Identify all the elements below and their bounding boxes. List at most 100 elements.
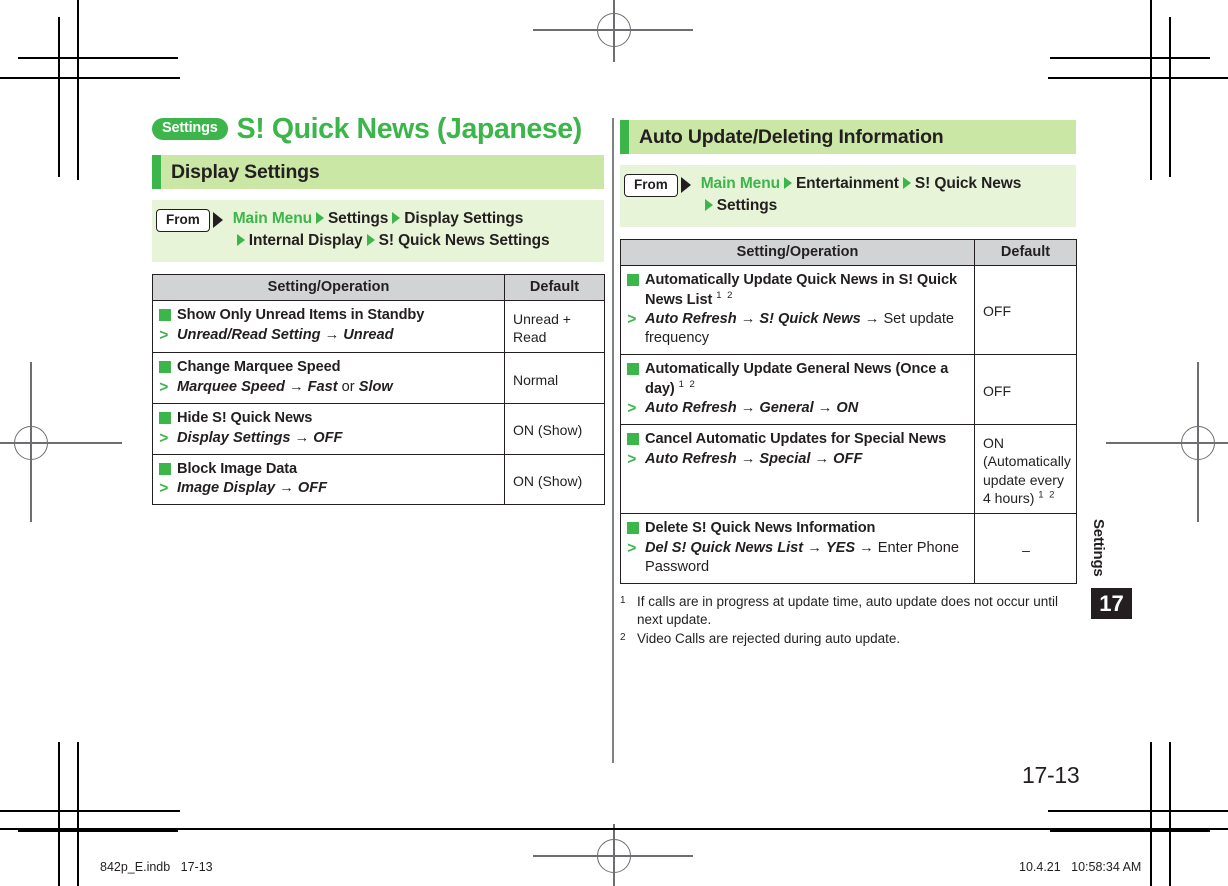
default-cell: ON (Show) xyxy=(504,453,605,506)
from-path-auto-update: From Main Menu Entertainment S! Quick News… xyxy=(620,165,1076,227)
green-square-icon xyxy=(159,361,171,374)
operation-title: Change Marquee Speed xyxy=(159,358,498,377)
footnote-text: If calls are in progress at update time,… xyxy=(637,593,1058,627)
from-path-step: S! Quick News xyxy=(914,175,1022,192)
from-path-step: Settings xyxy=(327,210,389,227)
operation-title: Hide S! Quick News xyxy=(159,409,498,428)
table-row: Cancel Automatic Updates for Special New… xyxy=(620,424,1077,514)
operation-title-text: Delete S! Quick News Information xyxy=(645,520,876,536)
operation-step: > Auto Refresh → General → ON xyxy=(627,400,859,418)
green-square-icon xyxy=(627,363,639,376)
from-path-step: Display Settings xyxy=(404,210,524,227)
operation-cell: Automatically Update General News (Once … xyxy=(620,354,975,426)
page-folio: 17-13 xyxy=(1022,762,1080,788)
operation-cell: Cancel Automatic Updates for Special New… xyxy=(620,424,975,514)
operation-title: Block Image Data xyxy=(159,460,498,479)
section-heading-label: Auto Update/Deleting Information xyxy=(639,125,944,148)
default-cell: ON (Show) xyxy=(504,402,605,455)
green-square-icon xyxy=(159,411,171,424)
operation-title-text: Change Marquee Speed xyxy=(177,359,341,376)
table-row: Automatically Update Quick News in S! Qu… xyxy=(620,264,1077,356)
operation-title: Delete S! Quick News Information xyxy=(627,519,968,538)
operation-title-text: Cancel Automatic Updates for Special New… xyxy=(645,431,947,448)
default-value: ON (Automatically update every 4 hours) xyxy=(983,435,1071,506)
slug-rule xyxy=(0,828,1228,830)
operation-title: Cancel Automatic Updates for Special New… xyxy=(627,430,968,449)
footnote-item: 2 Video Calls are rejected during auto u… xyxy=(620,630,1076,648)
operation-step: > Image Display → OFF xyxy=(159,480,328,498)
footnotes: 1 If calls are in progress at update tim… xyxy=(620,593,1076,648)
manual-page: Settings S! Quick News (Japanese) Displa… xyxy=(0,0,1228,886)
chapter-badge: Settings xyxy=(152,118,228,140)
footnote-number: 2 xyxy=(620,631,626,643)
display-settings-table: Setting/Operation Default Show Only Unre… xyxy=(152,273,605,506)
column-header-default: Default xyxy=(974,238,1077,266)
from-tag-label: From xyxy=(156,209,210,232)
default-cell: – xyxy=(974,513,1077,584)
section-heading-auto-update: Auto Update/Deleting Information xyxy=(620,120,1076,154)
table-header-row: Setting/Operation Default xyxy=(152,273,605,301)
operation-title-text: Automatically Update Quick News in S! Qu… xyxy=(645,271,957,308)
column-header-default: Default xyxy=(504,273,605,301)
footnote-ref: 1 2 xyxy=(1038,489,1056,501)
operation-title-text: Block Image Data xyxy=(177,460,298,477)
footnote-number: 1 xyxy=(620,594,626,606)
default-cell: Normal xyxy=(504,352,605,404)
page-title: Settings S! Quick News (Japanese) xyxy=(152,112,604,146)
operation-step: > Marquee Speed → Fast or Slow xyxy=(159,378,393,396)
table-row: Delete S! Quick News Information > Del S!… xyxy=(620,513,1077,584)
from-tag-label: From xyxy=(624,174,678,197)
from-tag-group: From xyxy=(156,208,223,232)
from-path-text: Main Menu Settings Display Settings Intern… xyxy=(223,208,550,253)
from-path-step: Internal Display xyxy=(248,232,363,250)
slug-timestamp: 10.4.21 10:58:34 AM xyxy=(1019,860,1142,874)
green-square-icon xyxy=(159,308,171,321)
chevron-right-icon xyxy=(366,234,375,247)
default-cell: Unread + Read xyxy=(504,299,605,354)
column-header-operation: Setting/Operation xyxy=(152,273,505,301)
from-path-text: Main Menu Entertainment S! Quick News Sett… xyxy=(691,173,1022,218)
operation-cell: Block Image Data > Image Display → OFF xyxy=(152,453,505,506)
footnote-item: 1 If calls are in progress at update tim… xyxy=(620,593,1076,629)
chapter-thumb-number: 17 xyxy=(1091,588,1132,619)
from-path-display-settings: From Main Menu Settings Display Settings I… xyxy=(152,200,604,262)
operation-cell: Delete S! Quick News Information > Del S!… xyxy=(620,513,975,584)
step-arrow-icon: > xyxy=(159,378,169,396)
operation-step: > Auto Refresh → Special → OFF xyxy=(627,450,863,468)
step-arrow-icon: > xyxy=(159,480,169,498)
operation-cell: Change Marquee Speed > Marquee Speed → Fa… xyxy=(152,352,505,404)
step-arrow-icon: > xyxy=(627,450,637,468)
table-row: Change Marquee Speed > Marquee Speed → Fa… xyxy=(152,352,605,404)
column-divider xyxy=(612,118,614,763)
from-path-step: Main Menu xyxy=(700,175,780,192)
from-path-step: Main Menu xyxy=(232,210,312,227)
chevron-right-icon xyxy=(392,212,401,224)
from-path-step: Entertainment xyxy=(795,175,899,192)
green-square-icon xyxy=(627,522,639,534)
table-row: Block Image Data > Image Display → OFF ON… xyxy=(152,453,605,506)
step-arrow-icon: > xyxy=(627,311,637,329)
column-header-operation: Setting/Operation xyxy=(620,238,975,266)
operation-title: Show Only Unread Items in Standby xyxy=(159,306,498,325)
table-row: Show Only Unread Items in Standby > Unrea… xyxy=(152,299,605,354)
from-arrow-icon xyxy=(212,212,223,229)
step-arrow-icon: > xyxy=(159,326,169,344)
operation-cell: Hide S! Quick News > Display Settings → O… xyxy=(152,402,505,455)
section-heading-label: Display Settings xyxy=(171,160,320,183)
table-row: Hide S! Quick News > Display Settings → O… xyxy=(152,402,605,455)
chevron-right-icon xyxy=(704,199,713,212)
operation-cell: Automatically Update Quick News in S! Qu… xyxy=(620,264,975,356)
green-square-icon xyxy=(159,462,171,475)
chevron-right-icon xyxy=(236,234,245,247)
chevron-right-icon xyxy=(315,212,324,224)
operation-step: > Del S! Quick News List → YES → Enter Ph… xyxy=(627,539,959,575)
left-column: Settings S! Quick News (Japanese) Displa… xyxy=(152,112,605,506)
green-square-icon xyxy=(627,273,639,286)
slug-filename: 842p_E.indb 17-13 xyxy=(100,860,213,874)
operation-step: > Unread/Read Setting → Unread xyxy=(159,326,394,344)
from-arrow-icon xyxy=(680,177,691,194)
chevron-right-icon xyxy=(902,177,911,189)
chevron-right-icon xyxy=(783,177,792,189)
operation-step: > Auto Refresh → S! Quick News → Set upda… xyxy=(627,311,955,347)
operation-title: Automatically Update General News (Once … xyxy=(627,360,968,398)
